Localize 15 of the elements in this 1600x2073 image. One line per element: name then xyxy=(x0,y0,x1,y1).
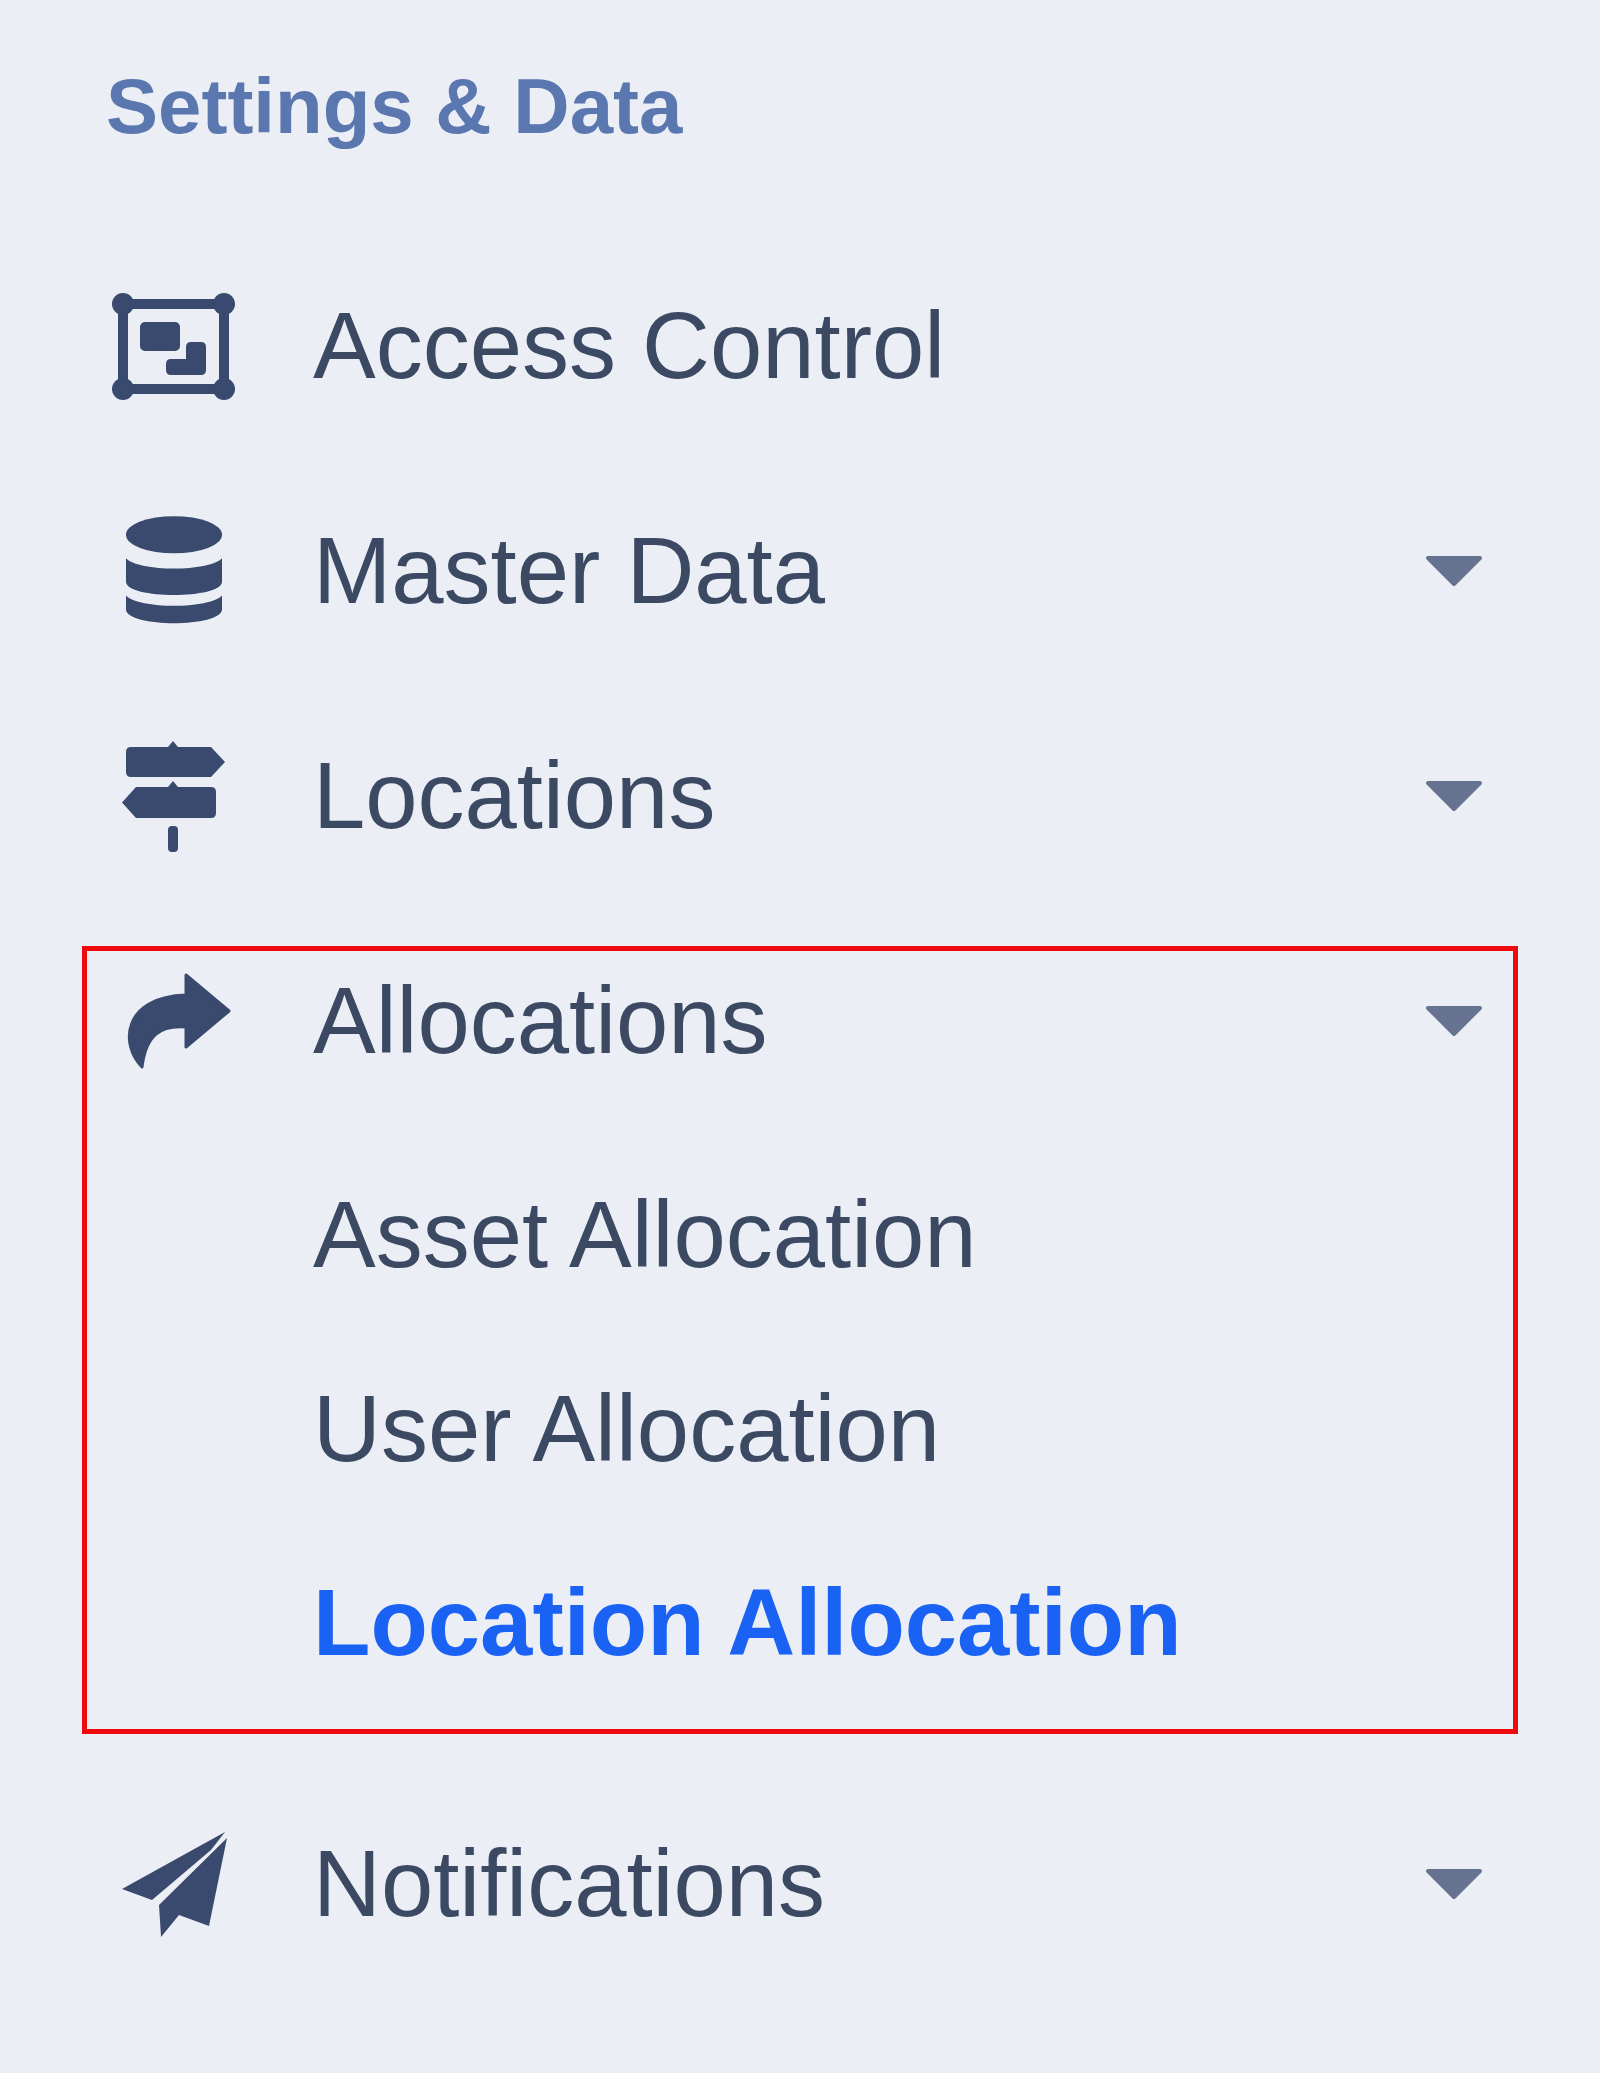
submenu-item[interactable]: Location Allocation xyxy=(313,1558,1182,1688)
menu-item[interactable]: Locations xyxy=(87,726,1513,866)
menu-item[interactable]: Allocations xyxy=(87,951,1513,1091)
section-heading: Settings & Data xyxy=(106,61,683,152)
signpost-icon xyxy=(121,740,226,852)
menu-item[interactable]: Master Data xyxy=(87,501,1513,641)
caret-icon xyxy=(1424,1005,1484,1037)
menu-item[interactable]: Access Control xyxy=(87,276,1513,416)
caret-icon xyxy=(1424,1868,1484,1900)
caret-icon xyxy=(1424,555,1484,587)
frame-icon xyxy=(111,291,236,401)
caret-icon xyxy=(1424,780,1484,812)
menu-item[interactable]: Notifications xyxy=(87,1814,1513,1954)
submenu-item[interactable]: User Allocation xyxy=(313,1364,940,1494)
submenu-item[interactable]: Asset Allocation xyxy=(313,1170,977,1300)
